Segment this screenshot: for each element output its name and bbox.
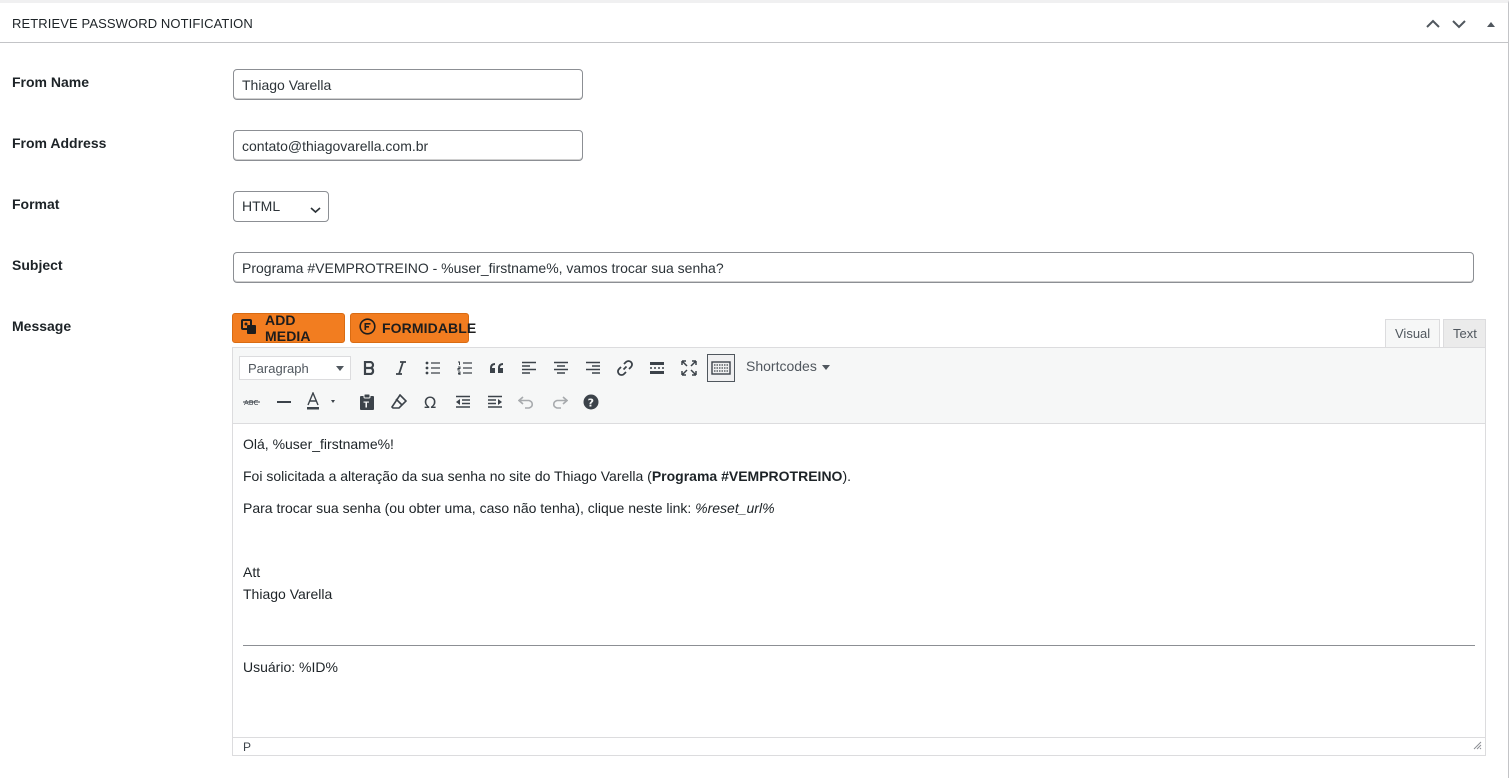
shortcodes-dropdown[interactable]: Shortcodes (746, 358, 830, 374)
clear-formatting-icon[interactable] (385, 388, 413, 416)
fullscreen-icon[interactable] (675, 354, 703, 382)
format-select[interactable]: HTML (233, 191, 329, 222)
resize-handle-icon[interactable] (1473, 739, 1482, 753)
align-left-icon[interactable] (515, 354, 543, 382)
format-label: Format (12, 196, 60, 212)
content-paragraph-2: Para trocar sua senha (ou obter uma, cas… (243, 500, 775, 516)
panel-title: RETRIEVE PASSWORD NOTIFICATION (12, 16, 253, 31)
content-divider (243, 645, 1475, 646)
paragraph-format-select[interactable]: Paragraph (239, 356, 351, 380)
message-label: Message (12, 318, 72, 334)
subject-label: Subject (12, 257, 63, 273)
content-paragraph-1-text: Foi solicitada a alteração da sua senha … (243, 468, 652, 484)
content-signoff: Att (243, 564, 261, 580)
numbered-list-icon[interactable] (451, 354, 479, 382)
add-media-button[interactable]: ADD MEDIA (232, 312, 345, 344)
element-path[interactable]: P (243, 740, 251, 754)
italic-icon[interactable] (387, 354, 415, 382)
horizontal-line-icon[interactable] (270, 388, 298, 416)
indent-icon[interactable] (481, 388, 509, 416)
blockquote-icon[interactable] (483, 354, 511, 382)
svg-text:?: ? (588, 397, 594, 410)
text-color-icon[interactable] (302, 388, 342, 416)
add-media-label: ADD MEDIA (265, 312, 311, 344)
redo-icon[interactable] (545, 388, 573, 416)
toolbar-toggle-icon[interactable] (707, 354, 735, 382)
dropdown-arrow-icon (336, 366, 344, 371)
chevron-down-icon (310, 201, 321, 217)
svg-text:ABC: ABC (244, 399, 258, 407)
svg-text:Ω: Ω (424, 394, 436, 410)
panel-header: RETRIEVE PASSWORD NOTIFICATION (0, 6, 1508, 43)
content-paragraph-1-end: ). (842, 468, 852, 484)
subject-input[interactable] (233, 252, 1474, 283)
read-more-icon[interactable] (643, 354, 671, 382)
svg-text:T: T (364, 401, 370, 410)
editor-statusbar: P (232, 737, 1486, 756)
content-paragraph-1: Foi solicitada a alteração da sua senha … (243, 468, 851, 484)
help-icon[interactable]: ? (577, 388, 605, 416)
format-select-value: HTML (242, 198, 281, 214)
content-reset-url: %reset_url% (695, 500, 775, 516)
align-right-icon[interactable] (579, 354, 607, 382)
from-address-label: From Address (12, 135, 107, 151)
content-paragraph-2-text: Para trocar sua senha (ou obter uma, cas… (243, 500, 696, 516)
formidable-label: FORMIDABLE (382, 320, 477, 336)
editor-content[interactable]: Olá, %user_firstname%! Foi solicitada a … (232, 424, 1486, 737)
paragraph-format-value: Paragraph (248, 361, 309, 376)
from-name-input[interactable] (233, 69, 583, 100)
formidable-icon (359, 318, 382, 338)
content-footer: Usuário: %ID% (243, 659, 338, 675)
special-character-icon[interactable]: Ω (417, 388, 445, 416)
content-signature: Thiago Varella (243, 586, 333, 602)
bullet-list-icon[interactable] (419, 354, 447, 382)
formidable-button[interactable]: FORMIDABLE (350, 313, 476, 343)
add-media-icon (241, 318, 265, 338)
dropdown-arrow-icon (821, 365, 830, 370)
move-down-icon[interactable] (1449, 14, 1469, 34)
from-name-label: From Name (12, 74, 90, 90)
tab-visual[interactable]: Visual (1385, 319, 1440, 348)
editor-toolbar: Paragraph Shortcodes ABC T Ω ? (232, 347, 1486, 424)
strikethrough-icon[interactable]: ABC (238, 388, 266, 416)
link-icon[interactable] (611, 354, 639, 382)
paste-text-icon[interactable]: T (353, 388, 381, 416)
content-bold-text: Programa #VEMPROTREINO (651, 468, 843, 484)
undo-icon[interactable] (513, 388, 541, 416)
from-address-input[interactable] (233, 130, 583, 161)
align-center-icon[interactable] (547, 354, 575, 382)
outdent-icon[interactable] (449, 388, 477, 416)
tab-text[interactable]: Text (1443, 319, 1486, 348)
toggle-panel-icon[interactable] (1481, 14, 1501, 34)
move-up-icon[interactable] (1423, 14, 1443, 34)
bold-icon[interactable] (355, 354, 383, 382)
retrieve-password-panel: RETRIEVE PASSWORD NOTIFICATION From Name… (0, 0, 1509, 778)
shortcodes-label: Shortcodes (746, 358, 817, 374)
content-greeting: Olá, %user_firstname%! (243, 436, 394, 452)
